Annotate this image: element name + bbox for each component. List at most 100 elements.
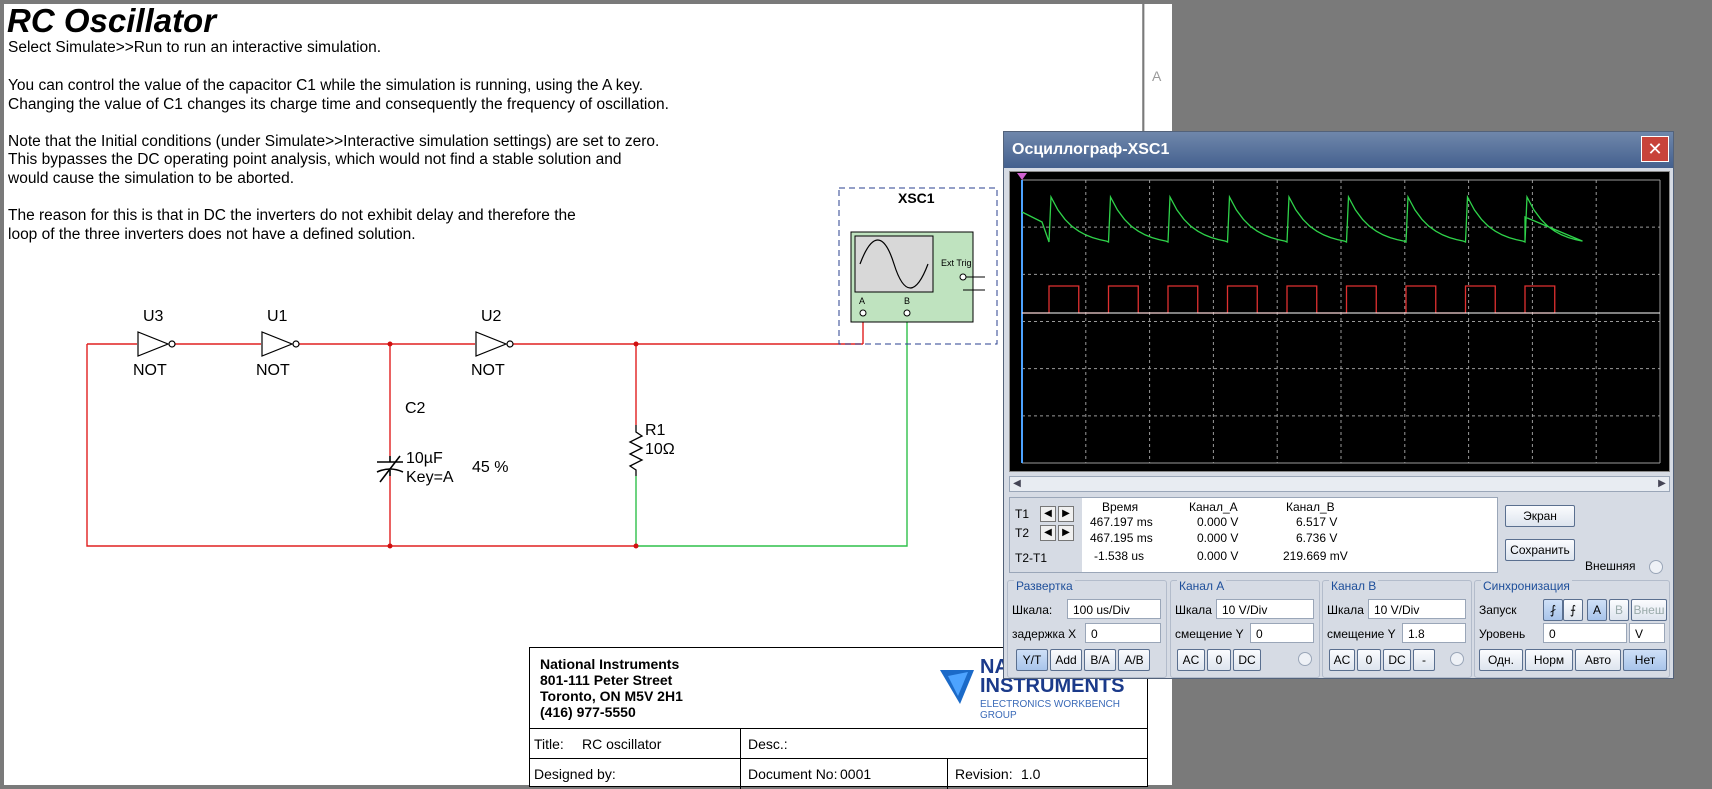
cursor-controls: T1 ◀ ▶ T2 ◀ ▶ T2-T1 [1010, 498, 1082, 572]
label-channel-a: A [859, 296, 866, 306]
channel-b-scale-input[interactable]: 10 V/Div [1368, 599, 1466, 619]
channel-a-offset-label: смещение Y [1175, 627, 1244, 641]
readout-t1-time: 467.197 ms [1090, 515, 1153, 529]
schematic-sheet[interactable]: A RC Oscillator Select Simulate>>Run to … [0, 0, 1172, 789]
trigger-normal-button[interactable]: Норм [1525, 649, 1573, 671]
t2-right-button[interactable]: ▶ [1058, 525, 1074, 541]
oscilloscope-title: Осциллограф-XSC1 [1012, 141, 1170, 158]
readout-diff-time: -1.538 us [1094, 549, 1145, 563]
designed-by-label: Designed by: [534, 766, 616, 782]
t2-left-button[interactable]: ◀ [1040, 525, 1056, 541]
t2-label: T2 [1015, 526, 1030, 540]
title-label: Title: [534, 736, 564, 752]
header-time: Время [1102, 500, 1139, 514]
revision-label: Revision: [955, 766, 1013, 782]
channel-b-minus-button[interactable]: - [1413, 649, 1435, 671]
external-label: Внешняя [1585, 559, 1636, 573]
label-xsc1: XSC1 [898, 190, 935, 206]
label-ext-trig: Ext Trig [941, 258, 972, 268]
header-channel-a: Канал_A [1189, 500, 1238, 514]
trace-channel-a [1021, 194, 1583, 243]
channel-a-dc-button[interactable]: DC [1233, 649, 1261, 671]
trigger-single-button[interactable]: Одн. [1479, 649, 1523, 671]
company-info: National Instruments 801-111 Peter Stree… [540, 656, 683, 720]
scope-grid [1021, 179, 1661, 464]
title-value: RC oscillator [582, 736, 662, 752]
channel-b-dc-button[interactable]: DC [1383, 649, 1411, 671]
oscilloscope-titlebar[interactable]: Осциллограф-XSC1 ✕ [1004, 132, 1673, 168]
label-c-value: 10µF [406, 450, 443, 467]
trigger-source-ext[interactable]: Внеш [1631, 599, 1667, 621]
save-button[interactable]: Сохранить [1505, 539, 1575, 561]
scroll-right-icon[interactable]: ▶ [1655, 477, 1669, 491]
timebase-delay-input[interactable]: 0 [1085, 623, 1161, 643]
ni-logo-subtitle: ELECTRONICS WORKBENCH GROUP [980, 699, 1121, 721]
external-radio[interactable] [1649, 560, 1663, 574]
trigger-source-b[interactable]: B [1609, 599, 1629, 621]
label-u1: U1 [267, 308, 288, 325]
label-u2-type: NOT [471, 362, 505, 379]
trigger-level-unit[interactable]: V [1629, 623, 1665, 643]
trigger-auto-button[interactable]: Авто [1575, 649, 1621, 671]
label-u1-type: NOT [256, 362, 290, 379]
channel-b-scale-label: Шкала [1327, 603, 1364, 617]
channel-a-zero-button[interactable]: 0 [1207, 649, 1231, 671]
channel-b-ac-button[interactable]: AC [1329, 649, 1355, 671]
rising-edge-icon[interactable]: ⨏ [1543, 599, 1563, 621]
trace-channel-b [1022, 285, 1556, 314]
scope-scrollbar[interactable]: ◀ ▶ [1009, 476, 1670, 492]
scroll-left-icon[interactable]: ◀ [1010, 477, 1024, 491]
screen-button[interactable]: Экран [1505, 505, 1575, 527]
channel-b-radio[interactable] [1450, 652, 1464, 666]
trigger-level-input[interactable]: 0 [1543, 623, 1627, 643]
channel-b-offset-input[interactable]: 1.8 [1402, 623, 1466, 643]
readout-t1-a: 0.000 V [1197, 515, 1239, 529]
readout-t2-a: 0.000 V [1197, 531, 1239, 545]
label-c2: C2 [405, 400, 426, 417]
channel-b-zero-button[interactable]: 0 [1357, 649, 1381, 671]
header-channel-b: Канал_B [1286, 500, 1335, 514]
label-c-percent: 45 % [472, 459, 509, 476]
timebase-scale-input[interactable]: 100 us/Div [1067, 599, 1161, 619]
trigger-source-a[interactable]: A [1587, 599, 1607, 621]
falling-edge-icon[interactable]: ⨍ [1563, 599, 1583, 621]
trigger-edge-label: Запуск [1479, 603, 1517, 617]
channel-a-ac-button[interactable]: AC [1177, 649, 1205, 671]
t1-left-button[interactable]: ◀ [1040, 506, 1056, 522]
mode-add-button[interactable]: Add [1050, 649, 1082, 671]
close-button[interactable]: ✕ [1641, 136, 1669, 162]
timebase-scale-label: Шкала: [1012, 603, 1053, 617]
mode-ab-button[interactable]: A/B [1118, 649, 1150, 671]
channel-a-group: Канал A Шкала 10 V/Div смещение Y 0 AC 0… [1170, 579, 1320, 678]
label-r1: R1 [645, 422, 666, 439]
trigger-none-button[interactable]: Нет [1623, 649, 1667, 671]
scope-screen[interactable] [1009, 171, 1670, 472]
channel-a-scale-input[interactable]: 10 V/Div [1216, 599, 1314, 619]
readout-t2-time: 467.195 ms [1090, 531, 1153, 545]
revision-value: 1.0 [1021, 766, 1041, 782]
channel-a-radio[interactable] [1298, 652, 1312, 666]
cursor-t1-marker [1017, 173, 1027, 180]
t2t1-label: T2-T1 [1015, 551, 1048, 565]
cursor-readout: T1 ◀ ▶ T2 ◀ ▶ T2-T1 Время Канал_A Канал_… [1009, 497, 1498, 573]
channel-a-title: Канал A [1177, 579, 1227, 593]
timebase-delay-label: задержка X [1012, 627, 1077, 641]
title-row: Title: RC oscillator Desc.: [530, 728, 1147, 759]
mode-yt-button[interactable]: Y/T [1016, 649, 1048, 671]
t1-right-button[interactable]: ▶ [1058, 506, 1074, 522]
mode-ba-button[interactable]: B/A [1084, 649, 1116, 671]
readout-diff-b: 219.669 mV [1283, 549, 1348, 563]
label-channel-b: B [904, 296, 911, 306]
trigger-level-label: Уровень [1479, 627, 1526, 641]
channel-b-title: Канал B [1329, 579, 1379, 593]
oscilloscope-window[interactable]: Осциллограф-XSC1 ✕ ◀ ▶ T1 ◀ ▶ T2 ◀ ▶ T2-… [1003, 131, 1674, 679]
document-no-value: 0001 [840, 766, 872, 782]
channel-a-scale-label: Шкала [1175, 603, 1212, 617]
channel-b-group: Канал B Шкала 10 V/Div смещение Y 1.8 AC… [1322, 579, 1472, 678]
trigger-group: Синхронизация Запуск ⨏ ⨍ A B Внеш Уровен… [1474, 579, 1670, 678]
readout-t2-b: 6.736 V [1296, 531, 1338, 545]
readout-t1-b: 6.517 V [1296, 515, 1338, 529]
trigger-title: Синхронизация [1481, 579, 1572, 593]
timebase-title: Развертка [1014, 579, 1075, 593]
channel-a-offset-input[interactable]: 0 [1250, 623, 1314, 643]
